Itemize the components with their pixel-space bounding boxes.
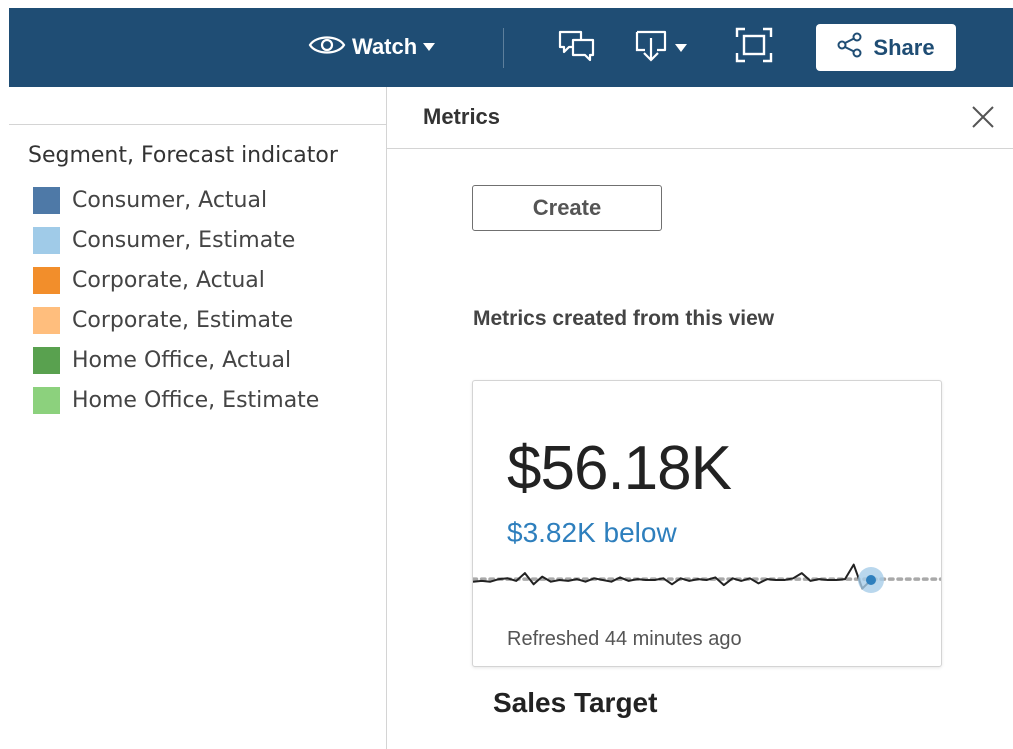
metrics-title: Metrics bbox=[423, 104, 501, 129]
share-label: Share bbox=[873, 34, 935, 60]
legend-title: Segment, Forecast indicator bbox=[28, 143, 338, 168]
legend-swatch bbox=[33, 306, 60, 334]
legend-pane-header bbox=[9, 87, 386, 125]
download-icon bbox=[633, 28, 669, 69]
legend-swatch bbox=[33, 266, 60, 294]
legend-swatch bbox=[33, 186, 60, 214]
close-button[interactable] bbox=[969, 103, 997, 131]
toolbar-divider bbox=[503, 28, 504, 68]
legend-item[interactable]: Corporate, Estimate bbox=[33, 300, 319, 340]
legend-swatch bbox=[33, 386, 60, 414]
legend-swatch bbox=[33, 346, 60, 374]
legend-list: Consumer, Actual Consumer, Estimate Corp… bbox=[33, 180, 319, 420]
create-metric-button[interactable]: Create bbox=[472, 185, 662, 231]
chevron-down-icon bbox=[423, 43, 436, 51]
comments-button[interactable] bbox=[557, 30, 597, 66]
metrics-header: Metrics bbox=[387, 87, 1013, 149]
eye-icon bbox=[308, 33, 346, 62]
current-point bbox=[866, 575, 876, 585]
legend-item[interactable]: Consumer, Actual bbox=[33, 180, 319, 220]
metric-comparison: $3.82K below bbox=[507, 517, 677, 548]
fullscreen-button[interactable] bbox=[734, 26, 774, 69]
metric-name[interactable]: Sales Target bbox=[493, 687, 657, 719]
fullscreen-icon bbox=[734, 26, 774, 69]
legend-item-label: Home Office, Estimate bbox=[72, 387, 320, 413]
top-toolbar: Watch Share bbox=[9, 8, 1013, 87]
legend-swatch bbox=[33, 226, 60, 254]
sparkline-series-line bbox=[473, 563, 872, 590]
close-icon bbox=[969, 106, 997, 135]
metric-card[interactable]: $56.18K $3.82K below Refreshed 44 minute… bbox=[472, 380, 942, 667]
legend-item-label: Corporate, Estimate bbox=[72, 307, 294, 333]
legend-item-label: Corporate, Actual bbox=[72, 267, 265, 293]
comments-icon bbox=[557, 28, 597, 69]
sparkline-chart bbox=[473, 563, 941, 593]
legend-item[interactable]: Home Office, Actual bbox=[33, 340, 319, 380]
share-icon bbox=[837, 32, 863, 63]
page: Watch Share Segment, Forecast indicator … bbox=[0, 0, 1013, 749]
download-button[interactable] bbox=[633, 30, 697, 66]
legend-item-label: Home Office, Actual bbox=[72, 347, 292, 373]
watch-button[interactable]: Watch bbox=[308, 30, 436, 64]
legend-item[interactable]: Corporate, Actual bbox=[33, 260, 319, 300]
legend-item-label: Consumer, Estimate bbox=[72, 227, 296, 253]
watch-label: Watch bbox=[352, 34, 418, 59]
share-button[interactable]: Share bbox=[816, 24, 956, 71]
legend-pane: Segment, Forecast indicator Consumer, Ac… bbox=[9, 87, 387, 749]
legend-item[interactable]: Home Office, Estimate bbox=[33, 380, 319, 420]
metric-value: $56.18K bbox=[507, 434, 732, 503]
metrics-pane: Metrics Create Metrics created from this… bbox=[387, 87, 1013, 749]
section-heading: Metrics created from this view bbox=[473, 307, 775, 330]
legend-item-label: Consumer, Actual bbox=[72, 187, 268, 213]
legend-item[interactable]: Consumer, Estimate bbox=[33, 220, 319, 260]
chevron-down-icon bbox=[675, 44, 687, 52]
refreshed-timestamp: Refreshed 44 minutes ago bbox=[507, 628, 742, 650]
